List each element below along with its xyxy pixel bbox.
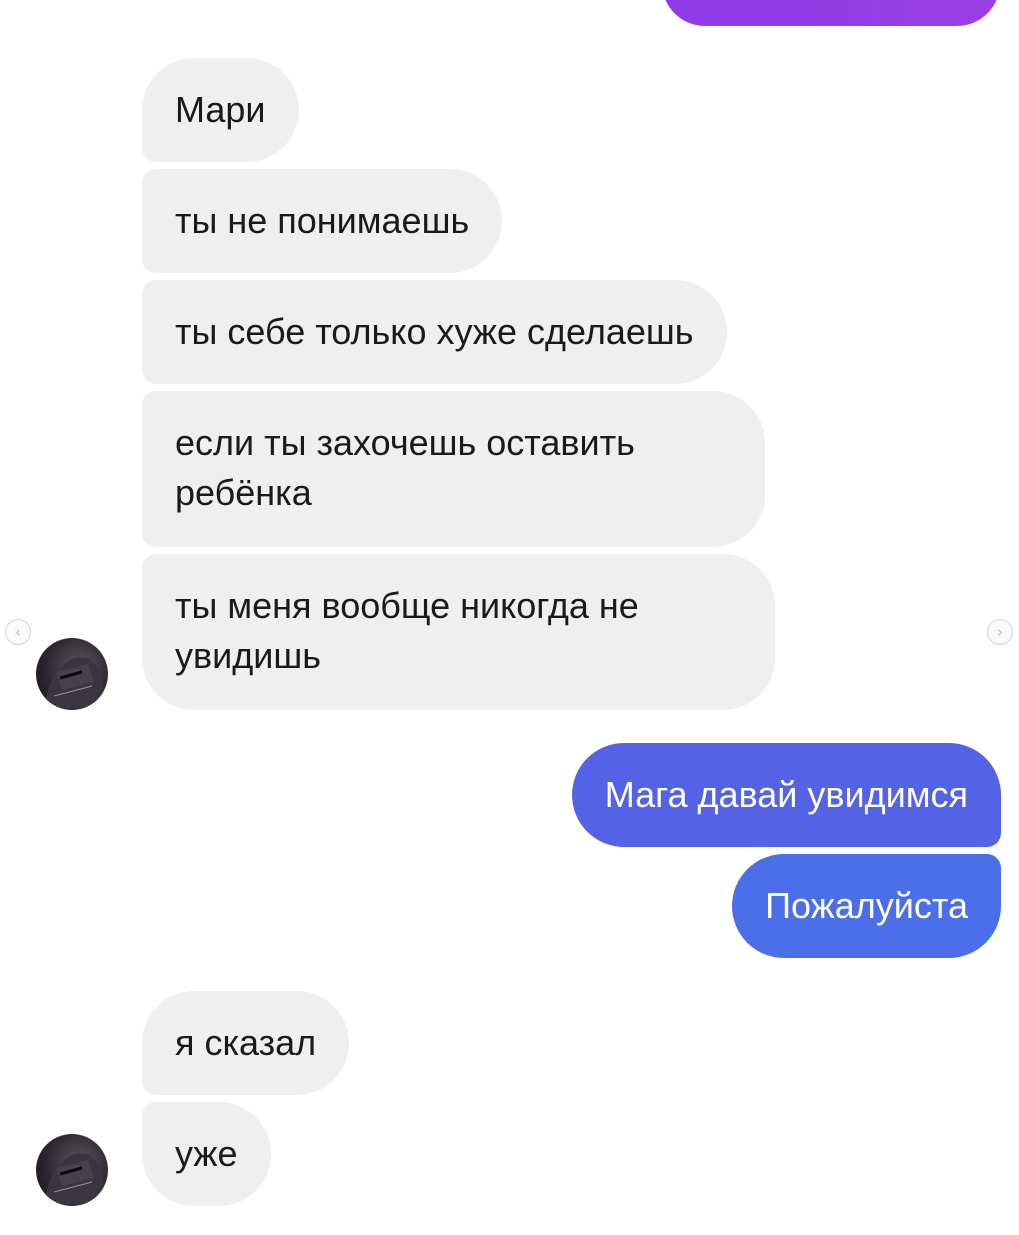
message-text: Мари xyxy=(175,89,266,130)
message-text: ты себе только хуже сделаешь xyxy=(175,311,694,352)
outgoing-message-bubble-partial xyxy=(662,0,1000,26)
message-text-line: увидишь xyxy=(175,635,321,676)
chevron-right-icon[interactable]: › xyxy=(987,619,1013,645)
outgoing-message-bubble[interactable]: Мага давай увидимся xyxy=(571,743,1001,847)
outgoing-message-bubble[interactable]: Пожалуйста xyxy=(732,854,1001,958)
message-text-line: ты меня вообще никогда не xyxy=(175,585,639,626)
contact-avatar[interactable] xyxy=(36,1134,108,1206)
chevron-left-icon[interactable]: ‹ xyxy=(5,619,31,645)
message-text: ты не понимаешь xyxy=(175,200,470,241)
incoming-message-bubble[interactable]: Мари xyxy=(142,58,299,162)
message-text-line: если ты захочешь оставить xyxy=(175,422,635,463)
message-text: я сказал xyxy=(175,1022,317,1063)
message-text: Пожалуйста xyxy=(765,885,968,926)
message-text: Мага давай увидимся xyxy=(604,774,968,815)
contact-avatar[interactable] xyxy=(36,638,108,710)
incoming-message-bubble[interactable]: ты себе только хуже сделаешь xyxy=(142,280,727,384)
incoming-message-bubble[interactable]: ты не понимаешь xyxy=(142,169,503,273)
message-text-line: ребёнка xyxy=(175,472,312,513)
incoming-message-bubble[interactable]: ты меня вообще никогда не увидишь xyxy=(142,554,775,710)
incoming-message-bubble[interactable]: если ты захочешь оставить ребёнка xyxy=(142,391,765,547)
incoming-message-bubble[interactable]: я сказал xyxy=(142,991,350,1095)
message-text: уже xyxy=(175,1133,238,1174)
incoming-message-bubble[interactable]: уже xyxy=(142,1102,271,1206)
